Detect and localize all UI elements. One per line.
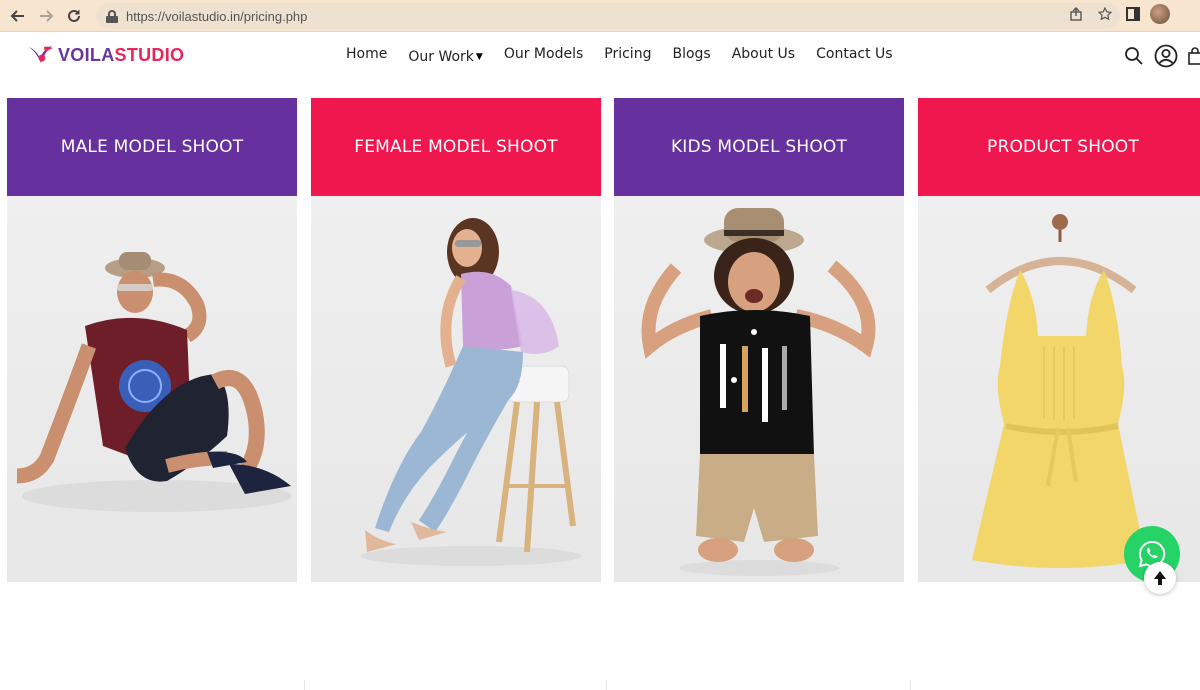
caret-down-icon: ▼ (475, 52, 483, 62)
back-icon[interactable] (4, 2, 32, 30)
url-text[interactable]: https://voilastudio.in/pricing.php (126, 9, 307, 24)
card-kids-model-shoot[interactable]: KIDS MODEL SHOOT (614, 98, 904, 582)
product-dress-image[interactable] (918, 196, 1200, 582)
main-nav: Home Our Work ▼ Our Models Pricing Blogs … (346, 46, 893, 65)
card-male-model-shoot[interactable]: MALE MODEL SHOOT (7, 98, 297, 582)
kids-model-image[interactable] (614, 196, 904, 582)
column-separator (606, 680, 607, 690)
nav-about-us[interactable]: About Us (732, 46, 795, 65)
arrow-up-icon (1154, 571, 1166, 585)
nav-blogs[interactable]: Blogs (672, 46, 710, 65)
profile-avatar[interactable] (1150, 4, 1170, 24)
logo-text-studio: STUDIO (114, 44, 185, 65)
card-title: PRODUCT SHOOT (987, 137, 1139, 157)
nav-our-work-wrap[interactable]: Our Work ▼ (408, 46, 482, 65)
card-title-bar: PRODUCT SHOOT (918, 98, 1200, 196)
nav-our-models[interactable]: Our Models (504, 46, 583, 65)
logo-bird-icon (28, 44, 54, 66)
nav-our-work[interactable]: Our Work (408, 49, 474, 65)
account-icon[interactable] (1154, 44, 1178, 72)
pricing-cards: MALE MODEL SHOOT FEMALE MODEL SHOOT KIDS… (0, 90, 1200, 690)
card-female-model-shoot[interactable]: FEMALE MODEL SHOOT (311, 98, 601, 582)
card-title: FEMALE MODEL SHOOT (354, 137, 558, 157)
nav-contact-us[interactable]: Contact Us (816, 46, 892, 65)
nav-pricing[interactable]: Pricing (604, 46, 651, 65)
card-title-bar: KIDS MODEL SHOOT (614, 98, 904, 196)
share-icon[interactable] (1070, 7, 1084, 25)
bookmark-star-icon[interactable] (1097, 6, 1113, 25)
browser-toolbar: https://voilastudio.in/pricing.php (0, 0, 1200, 32)
side-panel-icon[interactable] (1126, 7, 1140, 21)
card-product-shoot[interactable]: PRODUCT SHOOT (918, 98, 1200, 582)
scroll-to-top-button[interactable] (1144, 562, 1176, 594)
site-header: VOILA STUDIO Home Our Work ▼ Our Models Pr… (0, 32, 1200, 90)
card-title-bar: FEMALE MODEL SHOOT (311, 98, 601, 196)
card-title: KIDS MODEL SHOOT (670, 137, 848, 157)
column-separator (910, 680, 911, 690)
card-title: MALE MODEL SHOOT (60, 137, 244, 157)
search-icon[interactable] (1124, 46, 1144, 70)
male-model-image[interactable] (7, 196, 297, 582)
column-separator (304, 680, 305, 690)
reload-icon[interactable] (60, 2, 88, 30)
cart-icon[interactable] (1188, 47, 1200, 69)
card-title-bar: MALE MODEL SHOOT (7, 98, 297, 196)
nav-home[interactable]: Home (346, 46, 387, 65)
address-bar[interactable]: https://voilastudio.in/pricing.php (96, 3, 1120, 29)
female-model-image[interactable] (311, 196, 601, 582)
lock-icon[interactable] (106, 9, 118, 23)
forward-icon[interactable] (32, 2, 60, 30)
site-logo[interactable]: VOILA STUDIO (28, 44, 184, 66)
logo-text-voila: VOILA (58, 44, 115, 65)
